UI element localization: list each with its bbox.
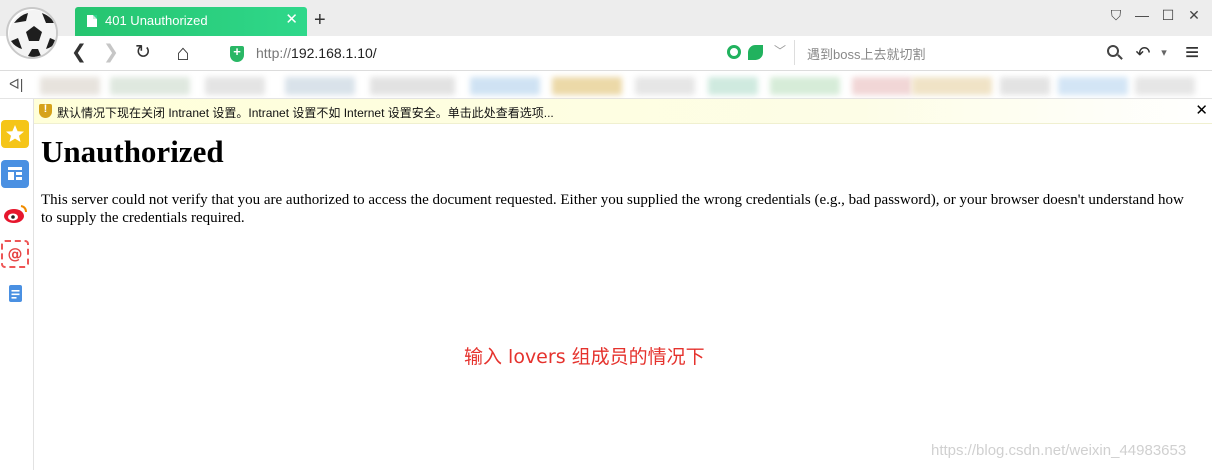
- minimize-button[interactable]: —: [1134, 7, 1150, 23]
- warning-shield-icon: [39, 103, 52, 118]
- browser-logo[interactable]: [6, 7, 58, 59]
- bookmark-item[interactable]: [40, 77, 100, 95]
- home-button[interactable]: ⌂: [172, 42, 194, 64]
- note-icon[interactable]: [1, 280, 29, 308]
- reload-button[interactable]: ↻: [132, 42, 154, 64]
- info-bar-close-button[interactable]: ✕: [1195, 101, 1208, 119]
- bookmark-item[interactable]: [285, 77, 355, 95]
- url-host: 192.168.1.10/: [291, 45, 377, 61]
- star-icon[interactable]: [1, 120, 29, 148]
- undo-close-button[interactable]: ↶: [1132, 42, 1154, 64]
- tab-close-button[interactable]: ✕: [285, 11, 298, 29]
- skin-icon[interactable]: ⛉: [1108, 7, 1124, 23]
- bookmark-item[interactable]: [552, 77, 622, 95]
- maximize-button[interactable]: ☐: [1160, 7, 1176, 23]
- weibo-icon[interactable]: [1, 200, 29, 228]
- url-scheme: http://: [256, 45, 292, 61]
- bookmark-item[interactable]: [1058, 77, 1128, 95]
- close-window-button[interactable]: ✕: [1186, 7, 1202, 23]
- bookmark-item[interactable]: [912, 77, 992, 95]
- annotation-caption: 输入 lovers 组成员的情况下: [464, 346, 705, 368]
- intranet-info-bar[interactable]: 默认情况下现在关闭 Intranet 设置。Intranet 设置不如 Inte…: [34, 99, 1212, 124]
- search-box[interactable]: 遇到boss上去就切割: [794, 40, 1122, 65]
- bookmark-item[interactable]: [470, 77, 540, 95]
- tab-active[interactable]: 401 Unauthorized ✕: [75, 7, 307, 36]
- bookmark-item[interactable]: [770, 77, 840, 95]
- undo-dropdown-icon[interactable]: ▾: [1153, 42, 1175, 64]
- page-content: Unauthorized This server could not verif…: [34, 124, 1212, 470]
- new-tab-button[interactable]: +: [314, 9, 326, 31]
- leaf-extension-icon[interactable]: [748, 45, 763, 60]
- search-icon[interactable]: [1107, 45, 1119, 57]
- svg-text:@: @: [8, 245, 23, 263]
- bookmark-item[interactable]: [635, 77, 695, 95]
- url-dropdown-icon[interactable]: ﹀: [774, 42, 786, 59]
- bookmark-item[interactable]: [370, 77, 455, 95]
- news-icon[interactable]: [1, 160, 29, 188]
- watermark: https://blog.csdn.net/weixin_44983653: [931, 442, 1187, 459]
- info-bar-text[interactable]: 默认情况下现在关闭 Intranet 设置。Intranet 设置不如 Inte…: [57, 104, 554, 121]
- document-icon: [87, 15, 97, 27]
- tab-title: 401 Unauthorized: [105, 13, 208, 28]
- bookmarks-collapse-icon[interactable]: ᐊ|: [9, 76, 23, 93]
- bookmark-item[interactable]: [205, 77, 265, 95]
- bookmark-item[interactable]: [1000, 77, 1050, 95]
- page-heading: Unauthorized: [41, 134, 224, 169]
- forward-button[interactable]: ❯: [100, 42, 122, 64]
- back-button[interactable]: ❮: [68, 42, 90, 64]
- menu-button[interactable]: ≡: [1181, 41, 1203, 65]
- bookmark-item[interactable]: [852, 77, 912, 95]
- bookmarks-bar: ᐊ|: [0, 71, 1212, 99]
- error-message: This server could not verify that you ar…: [41, 192, 1184, 226]
- mail-icon[interactable]: @: [1, 240, 29, 268]
- security-shield-icon: [230, 44, 244, 62]
- url-text[interactable]: http://192.168.1.10/: [256, 45, 377, 61]
- speed-extension-icon[interactable]: [727, 45, 741, 59]
- sidebar: @: [0, 99, 34, 470]
- bookmark-item[interactable]: [110, 77, 190, 95]
- bookmark-item[interactable]: [1135, 77, 1195, 95]
- title-bar: 401 Unauthorized ✕ + ⛉ — ☐ ✕: [0, 0, 1212, 36]
- bookmark-item[interactable]: [708, 77, 758, 95]
- search-placeholder: 遇到boss上去就切割: [807, 47, 926, 62]
